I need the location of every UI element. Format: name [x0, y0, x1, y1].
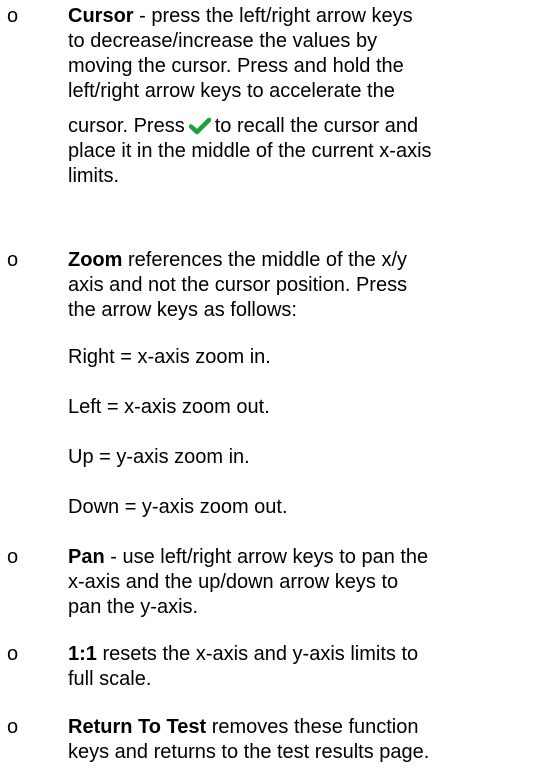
zoom-description: Zoom references the middle of the x/y ax…	[68, 249, 408, 321]
bullet: o	[7, 643, 19, 665]
cursor-title: Cursor	[68, 5, 134, 27]
one-to-one-description: 1:1 resets the x-axis and y-axis limits …	[68, 643, 419, 690]
zoom-left: Left = x-axis zoom out.	[68, 396, 270, 418]
pan-description: Pan - use left/right arrow keys to pan t…	[68, 546, 429, 618]
pan-title: Pan	[68, 546, 105, 568]
one-to-one-title: 1:1	[68, 643, 97, 665]
zoom-up: Up = y-axis zoom in.	[68, 446, 250, 468]
bullet: o	[7, 546, 19, 568]
zoom-down: Down = y-axis zoom out.	[68, 496, 288, 518]
zoom-title: Zoom	[68, 249, 123, 271]
return-to-test-description: Return To Test removes these function ke…	[68, 716, 430, 763]
bullet: o	[7, 5, 19, 27]
return-to-test-title: Return To Test	[68, 716, 207, 738]
cursor-description: Cursor - press the left/right arrow keys…	[68, 5, 413, 102]
zoom-right: Right = x-axis zoom in.	[68, 346, 271, 368]
cursor-description-cont: cursor. Press to recall the cursor and pl…	[68, 115, 432, 187]
bullet: o	[7, 716, 19, 738]
bullet: o	[7, 249, 19, 271]
